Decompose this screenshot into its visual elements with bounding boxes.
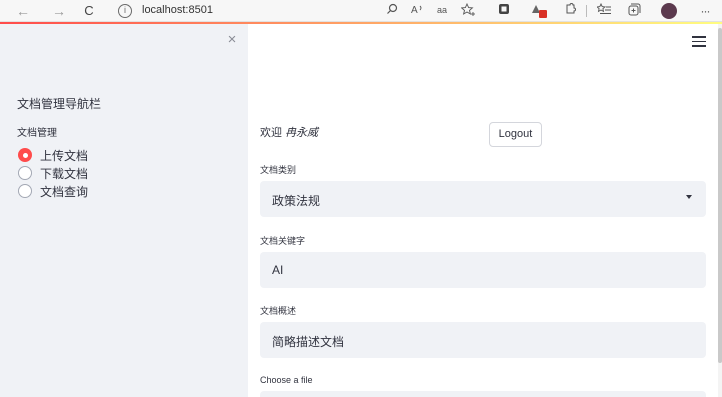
main-menu-icon[interactable]: [692, 36, 706, 48]
category-label: 文档类别: [260, 165, 297, 175]
sidebar: × 文档管理导航栏 文档管理 上传文档 下载文档 文档查询: [0, 24, 248, 397]
welcome-text: 欢迎 冉永威: [260, 124, 318, 140]
translate-icon[interactable]: aa: [436, 3, 452, 19]
browser-toolbar: ← → C i localhost:8501 A aa ···: [0, 0, 722, 22]
puzzle-icon[interactable]: [562, 3, 578, 19]
welcome-prefix: 欢迎: [260, 127, 282, 139]
extension-icon[interactable]: [496, 3, 512, 19]
keyword-input[interactable]: AI: [260, 252, 706, 288]
radio-unchecked-icon[interactable]: [18, 184, 32, 198]
back-icon[interactable]: ←: [14, 2, 32, 20]
scrollbar[interactable]: [718, 24, 722, 397]
close-icon[interactable]: ×: [224, 32, 240, 48]
address-bar[interactable]: localhost:8501: [142, 4, 213, 16]
favorite-add-icon[interactable]: [460, 2, 476, 19]
logout-button[interactable]: Logout: [489, 122, 542, 147]
toolbar-separator: [586, 5, 587, 17]
svg-text:A: A: [411, 5, 418, 15]
summary-input[interactable]: 简略描述文档: [260, 322, 706, 358]
radio-group-label: 文档管理: [17, 128, 57, 139]
file-uploader-label: Choose a file: [260, 375, 313, 385]
summary-label: 文档概述: [260, 306, 297, 316]
search-icon[interactable]: [384, 3, 400, 19]
radio-option-label: 上传文档: [40, 149, 89, 163]
site-info-icon[interactable]: i: [118, 4, 132, 18]
refresh-icon[interactable]: C: [80, 2, 98, 20]
user-name: 冉永威: [285, 127, 319, 139]
favorites-icon[interactable]: [595, 2, 612, 19]
file-uploader[interactable]: [260, 391, 706, 397]
profile-avatar[interactable]: [661, 3, 677, 19]
scrollbar-thumb[interactable]: [718, 28, 722, 363]
notification-badge: [539, 10, 547, 18]
forward-icon[interactable]: →: [50, 2, 68, 20]
radio-option-label: 下载文档: [40, 167, 89, 181]
collections-icon[interactable]: [626, 3, 642, 19]
more-icon[interactable]: ···: [697, 3, 713, 19]
keyword-value: AI: [272, 263, 284, 277]
keyword-label: 文档关键字: [260, 236, 306, 246]
chevron-down-icon[interactable]: [686, 195, 692, 199]
radio-unchecked-icon[interactable]: [18, 166, 32, 180]
category-select[interactable]: 政策法规: [260, 181, 706, 217]
radio-checked-icon[interactable]: [18, 148, 32, 162]
svg-text:aa: aa: [437, 5, 447, 15]
summary-value: 简略描述文档: [272, 335, 345, 349]
read-aloud-icon[interactable]: A: [410, 3, 426, 19]
radio-option-label: 文档查询: [40, 185, 89, 199]
sidebar-title: 文档管理导航栏: [17, 97, 102, 111]
category-value: 政策法规: [272, 194, 321, 208]
